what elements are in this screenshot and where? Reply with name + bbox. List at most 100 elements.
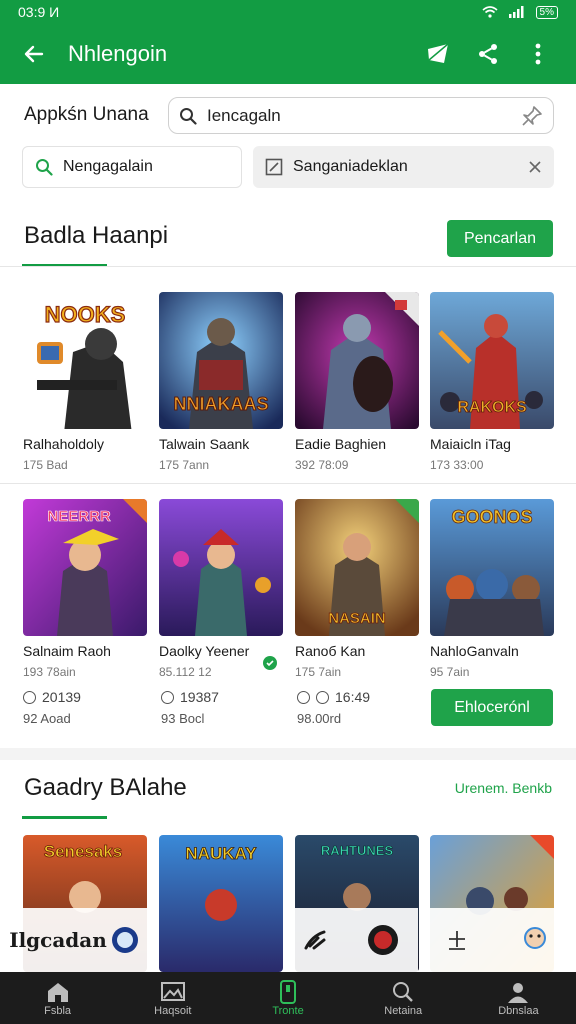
filter-search-chip[interactable]: Nengagalain [22, 146, 242, 188]
search-icon [36, 159, 53, 176]
radio-icon[interactable] [316, 690, 329, 704]
section-title: Badla Haanpi [24, 222, 169, 249]
thumbnail-art-text: NEERRR [47, 508, 111, 525]
filter-edit-chip[interactable]: Sanganiadeklan [253, 146, 554, 188]
nav-search[interactable]: Netaina [346, 972, 461, 1024]
pin-icon[interactable] [521, 105, 543, 127]
game-meta: 175 7ain [295, 665, 342, 679]
send-icon[interactable] [416, 32, 460, 76]
game-thumbnail [159, 499, 283, 636]
game-card[interactable]: NNIAKAAS Talwain Saank 175 7ann [159, 292, 283, 472]
phone-icon [280, 980, 296, 1004]
game-meta: 392 78:09 [295, 458, 349, 472]
stat-value: 16:49 [335, 689, 371, 705]
bottom-nav: Fsbla Haqsoit Tronte Netaina Dbnslaa [0, 972, 576, 1024]
game-thumbnail: NAUKAY [159, 835, 283, 972]
game-thumbnail: GOONOS [430, 499, 554, 636]
game-meta: 175 7ann [159, 458, 210, 472]
thumbnail-art-text: Senesaks [44, 842, 122, 861]
status-bar: 03:9 И 5% [0, 0, 576, 24]
nav-label: Fsbla [44, 1005, 72, 1017]
nav-home[interactable]: Fsbla [0, 972, 115, 1024]
person-icon [508, 983, 529, 1003]
game-name: Ranoб Kan [295, 643, 366, 659]
avatar-icon[interactable] [519, 924, 551, 956]
action-button[interactable]: Ehlocerónl [431, 689, 553, 726]
search-value: Iencagaln [207, 105, 281, 125]
share-icon[interactable] [466, 32, 510, 76]
stat-sub: 92 Aoad [23, 711, 71, 726]
nav-gallery[interactable]: Haqsoit [115, 972, 230, 1024]
radio-icon[interactable] [297, 690, 310, 704]
stat-value: 20139 [42, 689, 81, 705]
search-input[interactable]: Iencagaln [168, 97, 554, 134]
filter-right-label: Sanganiadeklan [293, 158, 408, 175]
game-thumbnail: NNIAKAAS [159, 292, 283, 429]
filter-left-label: Nengagalain [63, 158, 153, 175]
thumbnail-art-text: GOONOS [451, 507, 532, 527]
stat-count: 16:49 [297, 689, 370, 705]
badge-icon [111, 927, 138, 953]
stat-value: 19387 [180, 689, 219, 705]
wifi-icon [482, 6, 498, 18]
game-name: Maiaicln iTag [430, 436, 511, 452]
home-icon [47, 983, 68, 1002]
thumbnail-art-text: NNIAKAAS [173, 394, 268, 414]
check-badge-icon [263, 656, 277, 670]
nav-label: Netaina [384, 1005, 423, 1017]
game-name: Talwain Saank [159, 436, 250, 452]
thumbnail-art-text: NOOKS [45, 302, 126, 327]
overlay-panel [420, 908, 576, 972]
game-name: Eadie Baghien [295, 436, 387, 452]
scorpion-icon[interactable] [302, 928, 330, 952]
game-name: NahloGanvaln [430, 643, 519, 659]
battery-icon: 5% [535, 5, 558, 19]
divider [0, 266, 576, 267]
arrow-left-icon[interactable] [16, 36, 52, 72]
radio-icon[interactable] [23, 690, 36, 704]
stat-count: 20139 [23, 689, 81, 705]
nav-label: Haqsoit [154, 1005, 192, 1017]
overlay-text: Ilgcadan [9, 928, 107, 952]
stat-sub: 93 Bocl [161, 711, 205, 726]
search-button[interactable]: Pencarlan [447, 220, 553, 257]
search-icon [180, 107, 197, 125]
thumbnail-art-text: NAUKAY [185, 844, 257, 863]
plus-icon[interactable] [446, 929, 468, 951]
nav-phone[interactable]: Tronte [230, 972, 345, 1024]
overlay-banner[interactable]: Ilgcadan [0, 908, 148, 972]
game-card[interactable]: NASAIN Ranoб Kan 175 7ain [295, 499, 419, 679]
close-icon[interactable] [528, 160, 542, 174]
search-icon [393, 982, 414, 1002]
search-area: Appkśn Unana Iencagaln Nengagalain Sanga… [0, 84, 576, 214]
game-thumbnail: RAKOKS [430, 292, 554, 429]
see-more-link[interactable]: Urenem. Benkb [455, 780, 552, 796]
nav-label: Tronte [272, 1005, 304, 1017]
more-vert-icon[interactable] [516, 32, 560, 76]
search-label: Appkśn Unana [24, 104, 149, 125]
image-icon [160, 982, 185, 1001]
game-card[interactable]: Eadie Baghien 392 78:09 [295, 292, 419, 472]
game-name: Ralhaholdoly [23, 436, 104, 452]
thumbnail-art-text: RAKOKS [457, 399, 527, 416]
divider [0, 483, 576, 484]
app-bar: Nhlengoin [0, 24, 576, 84]
section-title: Gaadry BAlahe [24, 774, 187, 801]
radio-icon[interactable] [161, 690, 174, 704]
status-time: 03:9 И [18, 4, 60, 20]
game-card[interactable]: NAUKAY [159, 835, 283, 972]
app-title: Nhlengoin [68, 41, 168, 66]
nav-label: Dbnslaa [498, 1005, 539, 1017]
game-card[interactable]: NOOKS Ralhaholdoly 175 Bad [23, 292, 147, 472]
nav-profile[interactable]: Dbnslaa [461, 972, 576, 1024]
game-card[interactable]: NEERRR Salnaim Raoh 193 78ain [23, 499, 147, 679]
game-card[interactable]: Daolky Yeener 85.112 12 [159, 499, 283, 679]
stat-count: 19387 [161, 689, 219, 705]
game-thumbnail: NASAIN [295, 499, 419, 636]
game-card[interactable]: RAKOKS Maiaicln iTag 173 33:00 [430, 292, 554, 472]
thumbnail-art-text: RAHTUNES [321, 843, 394, 858]
stat-sub: 98.00rd [297, 711, 342, 726]
record-icon[interactable] [367, 924, 399, 956]
game-card[interactable]: GOONOS NahloGanvaln 95 7ain [430, 499, 554, 679]
game-meta: 193 78ain [23, 665, 76, 679]
